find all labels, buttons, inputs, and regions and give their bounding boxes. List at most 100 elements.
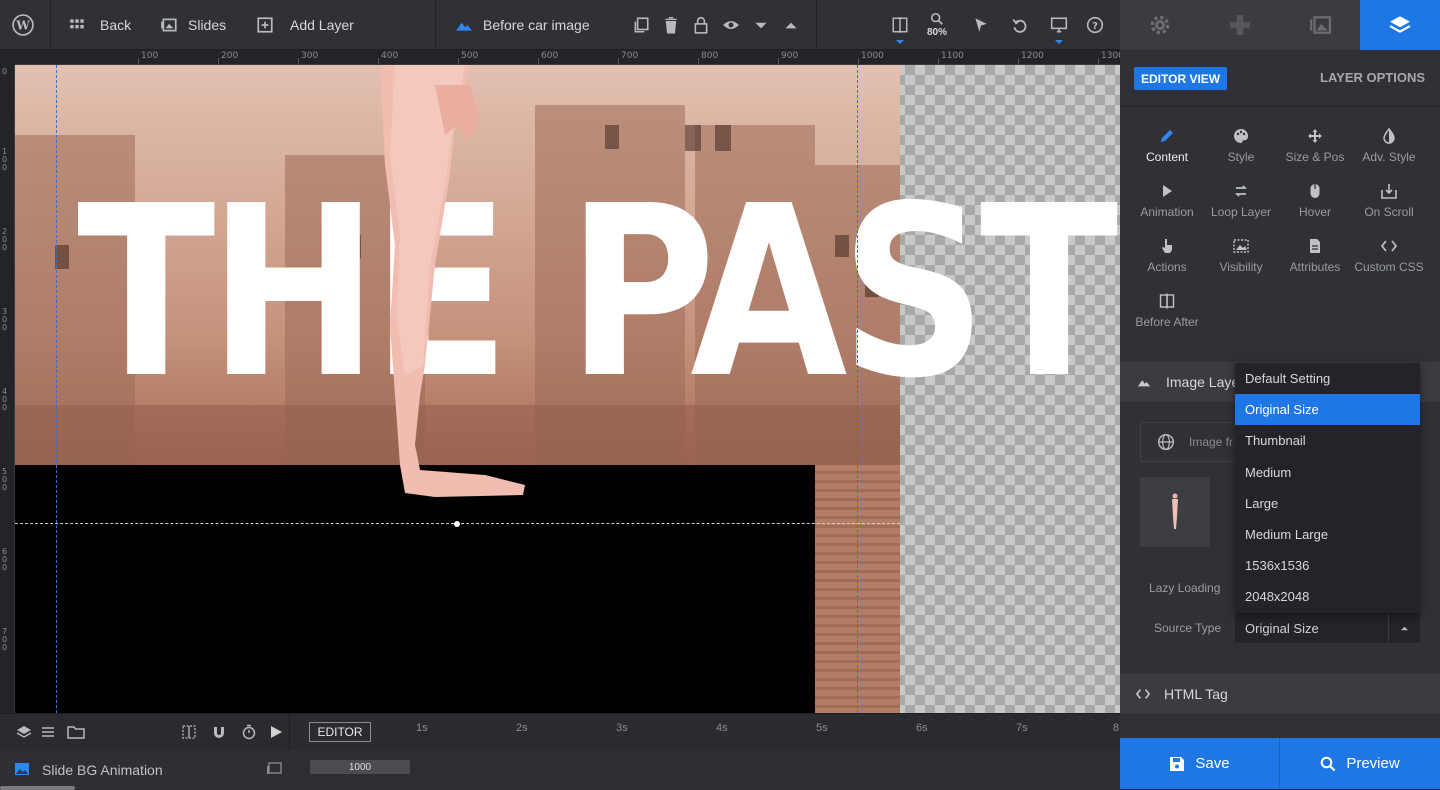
gear-icon	[1150, 15, 1170, 35]
add-layer-icon	[257, 17, 273, 33]
option-label: Animation	[1140, 205, 1194, 219]
dropdown-option[interactable]: 1536x1536	[1235, 550, 1420, 581]
add-layer-label: Add Layer	[290, 17, 354, 33]
list-icon[interactable]	[40, 724, 56, 740]
ruler-tick	[218, 58, 219, 64]
preview-button[interactable]: Preview	[1280, 738, 1440, 789]
headline-text-layer[interactable]: THE PAST	[77, 175, 1118, 411]
ruler-label: 700	[2, 627, 8, 652]
option-on-scroll[interactable]: On Scroll	[1352, 183, 1426, 233]
toolbar-divider	[50, 0, 51, 50]
dropdown-option[interactable]: 2048x2048	[1235, 581, 1420, 612]
grid-snap-icon[interactable]	[181, 724, 197, 740]
option-before-after[interactable]: Before After	[1130, 293, 1204, 343]
dropdown-option[interactable]: Medium	[1235, 457, 1420, 488]
undo-button[interactable]	[1011, 0, 1029, 50]
ruler-label: 200	[2, 227, 8, 252]
folder-icon[interactable]	[67, 724, 85, 740]
timeline-row[interactable]: Slide BG Animation	[0, 750, 1120, 790]
dropdown-option[interactable]: Large	[1235, 488, 1420, 519]
editor-view-toggle[interactable]: EDITOR VIEW	[1134, 67, 1228, 90]
back-button[interactable]: Back	[68, 0, 131, 50]
ruler-label: 800	[701, 51, 719, 61]
option-adv-style[interactable]: Adv. Style	[1352, 128, 1426, 178]
lock-layer-button[interactable]	[692, 0, 710, 50]
globe-icon	[1157, 433, 1175, 451]
play-icon[interactable]	[269, 724, 283, 740]
layers-icon[interactable]	[16, 724, 32, 740]
option-style[interactable]: Style	[1204, 128, 1278, 178]
option-loop-layer[interactable]: Loop Layer	[1204, 183, 1278, 233]
ruler-label: 1000	[861, 51, 884, 61]
select-arrow[interactable]	[1388, 613, 1420, 643]
guide-line[interactable]	[857, 65, 858, 713]
delete-layer-button[interactable]	[662, 0, 680, 50]
image-from-url-button[interactable]: Image fr	[1140, 422, 1250, 462]
duplicate-layer-button[interactable]	[632, 0, 650, 50]
timeline-second: 8	[1113, 722, 1120, 734]
leg-image-layer[interactable]	[375, 65, 555, 505]
layer-name-field[interactable]: Before car image	[455, 0, 590, 50]
lock-icon	[694, 16, 708, 34]
layer-anchor-handle[interactable]	[454, 521, 460, 527]
ruler-tick	[1098, 58, 1099, 64]
slides-icon	[1310, 16, 1331, 34]
lazy-loading-label: Lazy Loading	[1149, 581, 1221, 595]
guide-line[interactable]	[56, 65, 57, 713]
save-label: Save	[1195, 755, 1230, 772]
ruler-tick	[1018, 58, 1019, 64]
ruler-label: 1100	[941, 51, 964, 61]
tab-layers[interactable]	[1360, 0, 1440, 50]
save-button[interactable]: Save	[1120, 738, 1279, 789]
option-animation[interactable]: Animation	[1130, 183, 1204, 233]
option-hover[interactable]: Hover	[1278, 183, 1352, 233]
hand-pointer-icon	[1159, 238, 1175, 254]
option-size-pos[interactable]: Size & Pos	[1278, 128, 1352, 178]
vertical-ruler[interactable]: 0 100 200 300 400 500 600 700	[0, 65, 15, 713]
mountain-image-icon	[1137, 380, 1151, 387]
dropdown-option-selected[interactable]: Original Size	[1235, 394, 1420, 426]
dropdown-option[interactable]: Medium Large	[1235, 519, 1420, 550]
dropdown-option[interactable]: Thumbnail	[1235, 425, 1420, 456]
magnet-icon[interactable]	[211, 724, 227, 740]
wordpress-logo-icon[interactable]: W	[12, 0, 34, 50]
move-layer-up-button[interactable]	[782, 0, 800, 50]
move-layer-down-button[interactable]	[752, 0, 770, 50]
option-actions[interactable]: Actions	[1130, 238, 1204, 288]
option-custom-css[interactable]: Custom CSS	[1352, 238, 1426, 288]
option-content[interactable]: Content	[1130, 128, 1204, 178]
image-gallery-icon[interactable]	[266, 762, 282, 776]
help-button[interactable]: ?	[1086, 0, 1104, 50]
animation-duration-bar[interactable]: 1000	[310, 760, 410, 774]
tab-settings[interactable]	[1120, 0, 1200, 50]
split-icon	[1159, 293, 1175, 309]
slide-area[interactable]: THE PAST	[15, 65, 1118, 713]
layer-options-toggle[interactable]: LAYER OPTIONS	[1320, 70, 1425, 85]
active-indicator	[896, 40, 904, 44]
option-label: On Scroll	[1364, 205, 1414, 219]
source-type-label: Source Type	[1154, 621, 1222, 635]
tab-navigation[interactable]	[1200, 0, 1280, 50]
option-attributes[interactable]: Attributes	[1278, 238, 1352, 288]
trash-icon	[665, 17, 677, 34]
gamepad-icon	[1230, 15, 1250, 35]
zoom-control[interactable]: 80%	[927, 0, 947, 50]
dropdown-option[interactable]: Default Setting	[1235, 363, 1420, 394]
html-tag-section[interactable]: HTML Tag	[1120, 674, 1440, 714]
tab-slide-background[interactable]	[1280, 0, 1360, 50]
visibility-toggle[interactable]	[722, 0, 740, 50]
editor-tag[interactable]: EDITOR	[309, 722, 371, 742]
image-thumbnail[interactable]	[1140, 477, 1210, 547]
slides-button[interactable]: Slides	[160, 0, 226, 50]
horizontal-scrollbar[interactable]	[0, 786, 75, 790]
select-tool-button[interactable]	[972, 0, 990, 50]
stopwatch-icon[interactable]	[241, 724, 257, 740]
source-type-select[interactable]: Original Size	[1235, 613, 1420, 643]
slide-canvas[interactable]: THE PAST	[15, 65, 1120, 713]
loop-icon	[1233, 183, 1249, 199]
option-visibility[interactable]: Visibility	[1204, 238, 1278, 288]
caret-up-icon	[785, 22, 797, 29]
window-shape	[55, 245, 69, 269]
add-layer-button[interactable]: Add Layer	[256, 0, 354, 50]
horizontal-ruler[interactable]: 100 200 300 400 500 600 700 800 900 1000…	[15, 50, 1120, 65]
